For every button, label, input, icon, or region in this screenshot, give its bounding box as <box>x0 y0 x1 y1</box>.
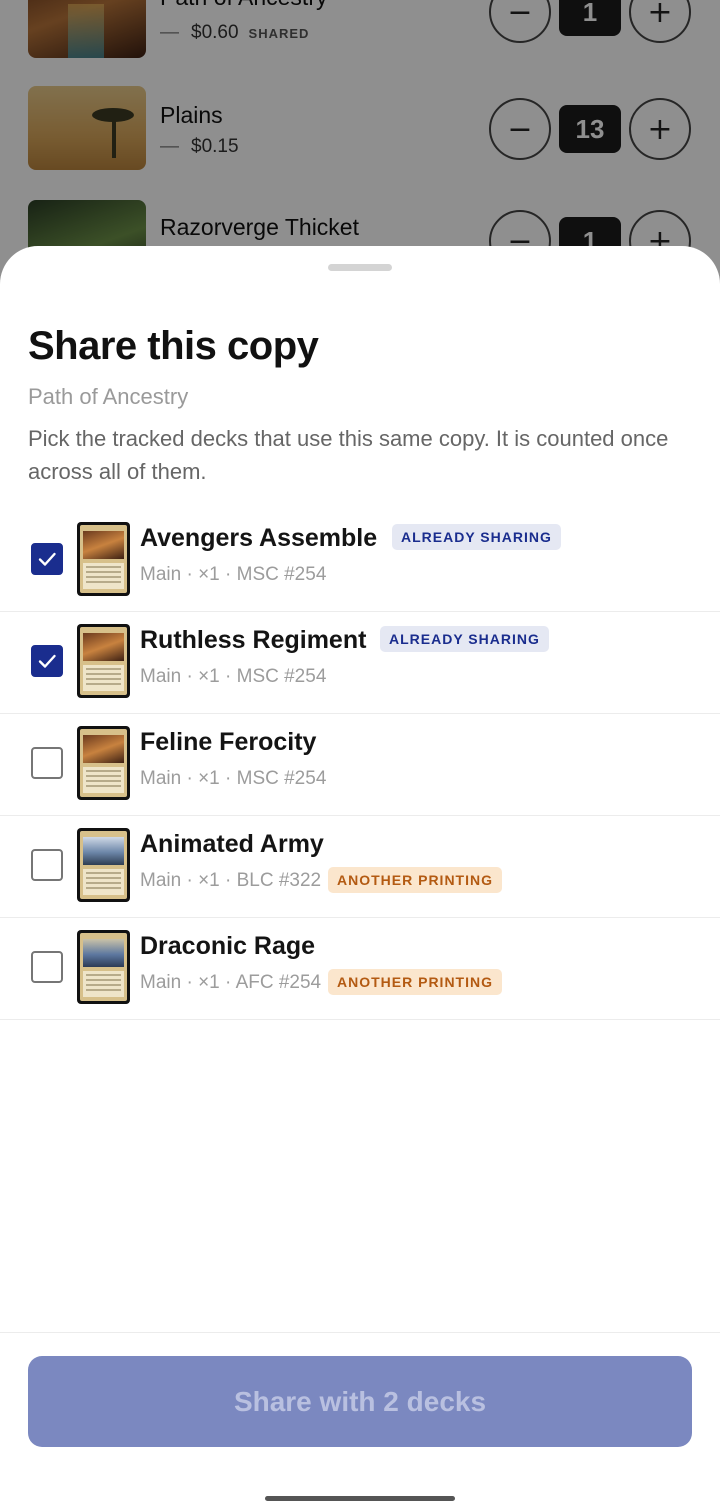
deck-name: Avengers Assemble <box>140 524 378 552</box>
deck-name: Animated Army <box>140 830 324 858</box>
another-printing-badge: ANOTHER PRINTING <box>328 867 502 893</box>
already-sharing-badge: ALREADY SHARING <box>392 524 561 550</box>
another-printing-badge: ANOTHER PRINTING <box>328 969 502 995</box>
deck-name: Ruthless Regiment <box>140 626 367 654</box>
card-thumbnail <box>77 726 130 800</box>
deck-meta: Main · ×1 · MSC #254 <box>140 564 327 585</box>
card-thumbnail <box>77 930 130 1004</box>
deck-row-ruthless-regiment[interactable]: Ruthless Regiment ALREADY SHARING Main ·… <box>0 612 720 714</box>
deck-checkbox[interactable] <box>31 849 63 881</box>
card-name-subtitle: Path of Ancestry <box>28 384 189 409</box>
checkmark-icon <box>38 654 56 668</box>
deck-row-avengers-assemble[interactable]: Avengers Assemble ALREADY SHARING Main ·… <box>0 510 720 612</box>
share-button[interactable]: Share with 2 decks <box>28 1356 692 1447</box>
card-thumbnail <box>77 522 130 596</box>
deck-checkbox[interactable] <box>31 747 63 779</box>
system-home-indicator[interactable] <box>265 1496 455 1501</box>
deck-checkbox[interactable] <box>31 951 63 983</box>
deck-meta: Main · ×1 · BLC #322 <box>140 870 322 891</box>
card-thumbnail <box>77 624 130 698</box>
checkmark-icon <box>38 552 56 566</box>
deck-meta: Main · ×1 · AFC #254 <box>140 972 322 993</box>
sheet-title: Share this copy <box>28 324 319 368</box>
deck-row-animated-army[interactable]: Animated Army Main · ×1 · BLC #322 ANOTH… <box>0 816 720 918</box>
drag-handle[interactable] <box>328 264 392 271</box>
deck-meta: Main · ×1 · MSC #254 <box>140 666 327 687</box>
deck-checkbox[interactable] <box>31 543 63 575</box>
deck-row-draconic-rage[interactable]: Draconic Rage Main · ×1 · AFC #254 ANOTH… <box>0 918 720 1020</box>
deck-meta: Main · ×1 · MSC #254 <box>140 768 327 789</box>
sheet-description: Pick the tracked decks that use this sam… <box>28 426 669 484</box>
deck-row-feline-ferocity[interactable]: Feline Ferocity Main · ×1 · MSC #254 <box>0 714 720 816</box>
footer-divider <box>0 1332 720 1333</box>
card-thumbnail <box>77 828 130 902</box>
deck-name: Feline Ferocity <box>140 728 317 756</box>
deck-name: Draconic Rage <box>140 932 316 960</box>
deck-checkbox[interactable] <box>31 645 63 677</box>
already-sharing-badge: ALREADY SHARING <box>380 626 549 652</box>
deck-list: Avengers Assemble ALREADY SHARING Main ·… <box>0 510 720 1020</box>
share-copy-sheet: Share this copy Path of Ancestry Pick th… <box>0 246 720 1501</box>
